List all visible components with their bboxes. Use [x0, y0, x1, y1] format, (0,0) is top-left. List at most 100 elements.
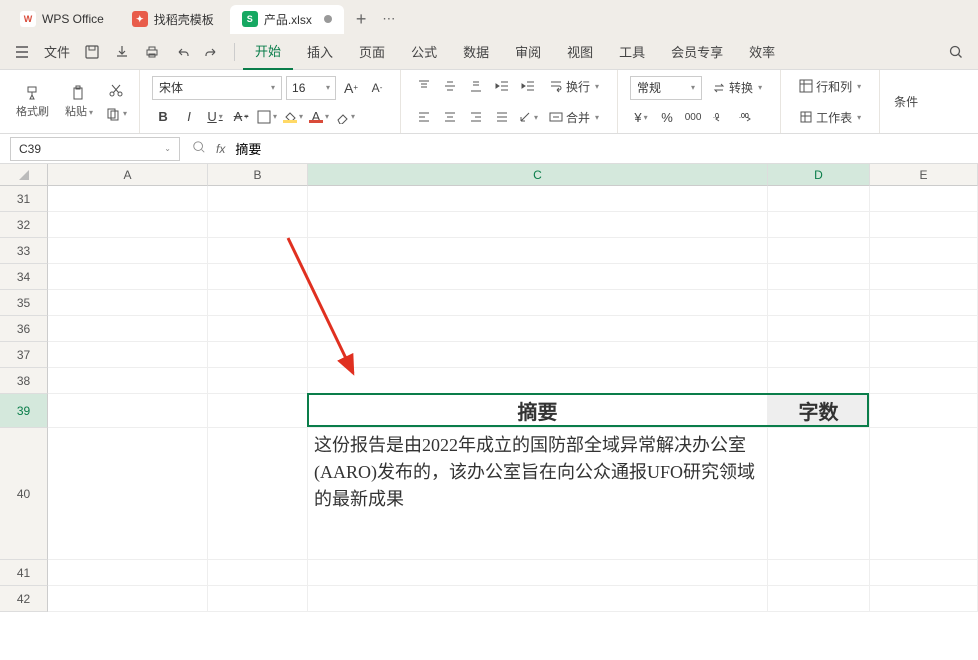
cell-D36[interactable] [768, 316, 870, 342]
cell-E34[interactable] [870, 264, 978, 290]
cell-C37[interactable] [308, 342, 768, 368]
merge-cells-button[interactable]: 合并▾ [543, 105, 605, 130]
rows-cols-button[interactable]: 行和列▾ [793, 74, 867, 99]
cell-A40[interactable] [48, 428, 208, 560]
cell-B37[interactable] [208, 342, 308, 368]
strikethrough-button[interactable]: A▾ [230, 106, 252, 128]
cell-B39[interactable] [208, 394, 308, 428]
font-color-button[interactable]: A▾ [308, 106, 330, 128]
number-format-select[interactable]: 常规▾ [630, 76, 702, 100]
convert-button[interactable]: 转换▾ [706, 75, 768, 100]
menu-page[interactable]: 页面 [347, 34, 397, 69]
cell-E33[interactable] [870, 238, 978, 264]
underline-button[interactable]: U▾ [204, 106, 226, 128]
cell-A33[interactable] [48, 238, 208, 264]
conditional-format-button[interactable]: 条件 [888, 89, 924, 114]
decrease-indent-button[interactable] [491, 75, 513, 97]
align-left-button[interactable] [413, 106, 435, 128]
print-button[interactable] [138, 38, 166, 66]
name-box[interactable]: C39 ⌄ [10, 137, 180, 161]
fill-color-button[interactable]: ▾ [282, 106, 304, 128]
align-middle-button[interactable] [439, 75, 461, 97]
cell-A39[interactable] [48, 394, 208, 428]
row-header-42[interactable]: 42 [0, 586, 48, 612]
cell-A34[interactable] [48, 264, 208, 290]
save-button[interactable] [78, 38, 106, 66]
row-header-35[interactable]: 35 [0, 290, 48, 316]
row-header-33[interactable]: 33 [0, 238, 48, 264]
cell-D38[interactable] [768, 368, 870, 394]
cell-E37[interactable] [870, 342, 978, 368]
cell-E39[interactable] [870, 394, 978, 428]
paste-button[interactable]: 粘贴▾ [57, 85, 101, 119]
cell-E42[interactable] [870, 586, 978, 612]
cells-area[interactable]: 摘要这份报告是由2022年成立的国防部全域异常解决办公室(AARO)发布的，该办… [48, 186, 978, 612]
cell-B38[interactable] [208, 368, 308, 394]
cell-D42[interactable] [768, 586, 870, 612]
search-button[interactable] [942, 38, 970, 66]
cell-C40[interactable]: 这份报告是由2022年成立的国防部全域异常解决办公室(AARO)发布的，该办公室… [308, 428, 768, 560]
menu-formula[interactable]: 公式 [399, 34, 449, 69]
italic-button[interactable]: I [178, 106, 200, 128]
cell-C32[interactable] [308, 212, 768, 238]
col-header-C[interactable]: C [308, 164, 768, 186]
file-menu[interactable]: 文件 [38, 34, 76, 69]
cell-A31[interactable] [48, 186, 208, 212]
cell-D31[interactable] [768, 186, 870, 212]
cell-D34[interactable] [768, 264, 870, 290]
cell-C31[interactable] [308, 186, 768, 212]
select-all-corner[interactable] [0, 164, 48, 186]
tab-document[interactable]: S 产品.xlsx [230, 5, 344, 34]
align-bottom-button[interactable] [465, 75, 487, 97]
cell-A38[interactable] [48, 368, 208, 394]
row-header-41[interactable]: 41 [0, 560, 48, 586]
wrap-text-button[interactable]: 换行▾ [543, 74, 605, 99]
redo-button[interactable] [198, 38, 226, 66]
row-header-34[interactable]: 34 [0, 264, 48, 290]
cell-C39[interactable]: 摘要 [308, 394, 768, 428]
menu-efficiency[interactable]: 效率 [737, 34, 787, 69]
cell-D35[interactable] [768, 290, 870, 316]
cell-C35[interactable] [308, 290, 768, 316]
decrease-decimal-button[interactable]: .0 [708, 106, 730, 128]
row-header-40[interactable]: 40 [0, 428, 48, 560]
menu-view[interactable]: 视图 [555, 34, 605, 69]
increase-indent-button[interactable] [517, 75, 539, 97]
font-name-select[interactable]: 宋体▾ [152, 76, 282, 100]
cut-button[interactable] [105, 79, 127, 101]
cell-D39[interactable]: 字数 [768, 394, 870, 428]
cell-E32[interactable] [870, 212, 978, 238]
row-header-32[interactable]: 32 [0, 212, 48, 238]
cell-E41[interactable] [870, 560, 978, 586]
increase-font-button[interactable]: A+ [340, 77, 362, 99]
cell-E38[interactable] [870, 368, 978, 394]
cell-C33[interactable] [308, 238, 768, 264]
cell-D37[interactable] [768, 342, 870, 368]
cell-B34[interactable] [208, 264, 308, 290]
cell-A32[interactable] [48, 212, 208, 238]
align-center-button[interactable] [439, 106, 461, 128]
cell-D40[interactable] [768, 428, 870, 560]
cell-E31[interactable] [870, 186, 978, 212]
cell-B32[interactable] [208, 212, 308, 238]
border-button[interactable]: ▾ [256, 106, 278, 128]
font-size-select[interactable]: 16▾ [286, 76, 336, 100]
cell-E40[interactable] [870, 428, 978, 560]
decrease-font-button[interactable]: A- [366, 77, 388, 99]
new-tab-button[interactable]: + [348, 9, 375, 30]
menu-data[interactable]: 数据 [451, 34, 501, 69]
menu-member[interactable]: 会员专享 [659, 34, 735, 69]
undo-button[interactable] [168, 38, 196, 66]
align-right-button[interactable] [465, 106, 487, 128]
export-button[interactable] [108, 38, 136, 66]
copy-button[interactable]: ▾ [105, 103, 127, 125]
orientation-button[interactable]: ▾ [517, 106, 539, 128]
menu-start[interactable]: 开始 [243, 33, 293, 70]
cell-C34[interactable] [308, 264, 768, 290]
row-header-37[interactable]: 37 [0, 342, 48, 368]
cell-D33[interactable] [768, 238, 870, 264]
align-top-button[interactable] [413, 75, 435, 97]
cell-B41[interactable] [208, 560, 308, 586]
tab-overflow-button[interactable]: ⋯ [378, 11, 399, 27]
cell-D41[interactable] [768, 560, 870, 586]
